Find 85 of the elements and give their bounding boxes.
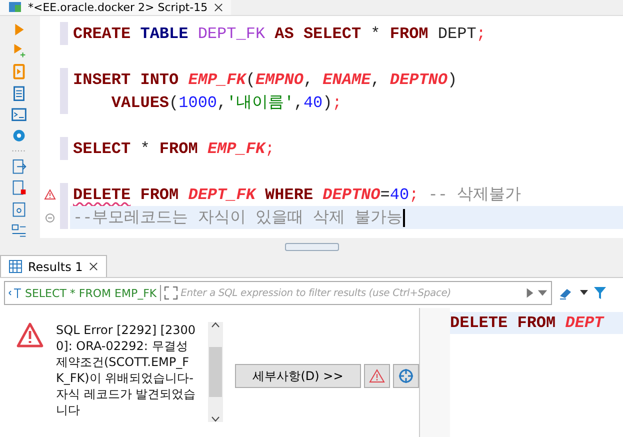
- eraser-icon[interactable]: [558, 286, 574, 300]
- code-token: FROM: [517, 314, 557, 332]
- expand-icon[interactable]: [164, 286, 178, 300]
- code-token: FROM: [159, 140, 199, 158]
- code-token: ): [448, 70, 458, 88]
- code-token: =: [380, 186, 390, 204]
- code-token: DEPTNO: [390, 70, 448, 88]
- filter-field[interactable]: SELECT * FROM EMP_FK Enter a SQL expression to filter results (use Ctrl+Space): [4, 281, 552, 305]
- code-token: SELECT: [73, 140, 132, 158]
- code-token: EMPNO: [255, 70, 304, 88]
- code-token: *: [370, 24, 382, 42]
- code-token: DELETE: [450, 314, 509, 332]
- settings-icon[interactable]: [11, 128, 27, 144]
- editor-tab[interactable]: *<EE.oracle.docker 2> Script-15: [0, 0, 231, 15]
- code-token: ;: [265, 140, 275, 158]
- statement-marker: [60, 137, 68, 160]
- code-token: VALUES: [110, 94, 170, 112]
- code-token: ;: [476, 24, 486, 42]
- query-text: SELECT * FROM EMP_FK: [25, 286, 157, 300]
- code-token: *: [140, 140, 151, 158]
- code-token: ;: [409, 186, 419, 204]
- code-token: DEPT: [565, 314, 604, 332]
- crosshair-icon: [398, 368, 414, 384]
- layout-icon[interactable]: [11, 222, 27, 238]
- play-icon[interactable]: [526, 286, 534, 300]
- scrollbar[interactable]: [208, 322, 223, 422]
- sash-handle[interactable]: [284, 243, 338, 251]
- code-token: DEPT_FK: [188, 186, 258, 204]
- code-token: FROM: [139, 186, 180, 204]
- close-icon[interactable]: [214, 2, 223, 12]
- code-token: ,: [370, 70, 382, 88]
- code-token: AS: [274, 24, 295, 42]
- filter-icon[interactable]: [594, 286, 606, 300]
- code-token: SELECT: [303, 24, 362, 42]
- code-token: CREATE: [73, 24, 132, 42]
- terminal-icon[interactable]: [11, 106, 27, 122]
- scroll-down-icon[interactable]: [211, 416, 220, 422]
- file-error-icon[interactable]: [11, 180, 27, 196]
- code-token: WHERE: [265, 186, 314, 204]
- dropdown-icon[interactable]: [580, 290, 588, 296]
- target-button[interactable]: [393, 364, 419, 388]
- code-token: INSERT: [73, 70, 132, 88]
- code-token: DEPTNO: [322, 186, 380, 204]
- code-token: FROM: [390, 24, 430, 42]
- script-icon: [8, 2, 22, 12]
- warning-icon: [369, 369, 385, 383]
- error-message: SQL Error [2292] [23000]: ORA-02292: 무결성 제약조건(SCOTT.EMP_FK_FK)이 위배되었습니다- 자식 레코드가 발견되었습니다: [56, 322, 196, 419]
- code-token: DEPT_FK: [198, 24, 266, 42]
- export-icon[interactable]: [11, 159, 27, 174]
- code-token: 1000: [178, 94, 218, 112]
- variable-file-icon[interactable]: [11, 202, 27, 217]
- document-icon[interactable]: [11, 86, 27, 101]
- editor-tab-title: *<EE.oracle.docker 2> Script-15: [28, 0, 208, 14]
- warning-icon: [16, 322, 44, 348]
- results-tab[interactable]: Results 1: [0, 255, 107, 277]
- code-token: ;: [332, 94, 342, 112]
- code-token: (: [169, 94, 179, 112]
- code-comment: -- 삭제불가: [427, 185, 522, 205]
- code-token: EMP_FK: [188, 70, 246, 88]
- dots-icon: [11, 149, 27, 154]
- code-token: DEPT: [438, 24, 476, 42]
- code-token: TABLE: [140, 24, 190, 42]
- statement-marker: [60, 22, 68, 45]
- fold-icon[interactable]: [45, 212, 55, 222]
- sql-text-icon: [8, 287, 22, 299]
- close-icon[interactable]: [88, 262, 98, 271]
- code-token: 40: [303, 94, 323, 112]
- warning-button[interactable]: [364, 364, 390, 388]
- text-cursor: [402, 208, 405, 226]
- code-token: ,: [303, 70, 314, 88]
- code-token: EMP_FK: [207, 140, 266, 158]
- code-token: INTO: [140, 70, 180, 88]
- details-button[interactable]: 세부사항(D) >>: [235, 364, 361, 388]
- code-token: (: [246, 70, 256, 88]
- code-token: 40: [390, 186, 410, 204]
- code-token: '내이름': [226, 93, 294, 113]
- code-token: DELETE: [73, 186, 131, 204]
- table-icon: [9, 260, 22, 273]
- code-token: ,: [217, 94, 227, 112]
- code-token: ): [322, 94, 332, 112]
- code-token: ,: [294, 94, 304, 112]
- code-token: ENAME: [322, 70, 371, 88]
- scroll-up-icon[interactable]: [211, 322, 220, 328]
- results-tab-label: Results 1: [28, 260, 83, 274]
- code-comment: --부모레코드는 자식이 있을때 삭제 불가능: [73, 208, 403, 228]
